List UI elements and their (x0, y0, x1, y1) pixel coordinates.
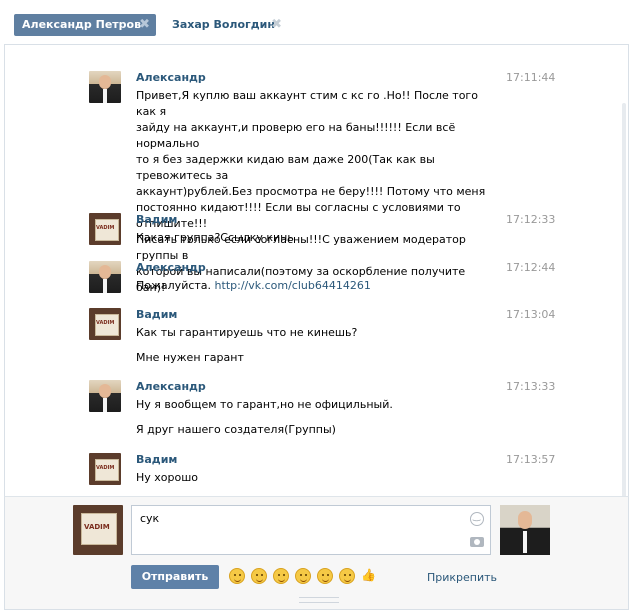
message-text: Пожалуйста. http://vk.com/club64414261 (136, 278, 496, 294)
avatar[interactable] (89, 308, 121, 340)
message-author[interactable]: Александр (136, 261, 206, 274)
avatar[interactable] (89, 213, 121, 245)
laugh-emoji-icon[interactable] (273, 568, 289, 584)
message-time: 17:12:33 (506, 213, 556, 226)
message-history: Александр 17:11:44 Привет,Я куплю ваш ак… (4, 44, 629, 527)
close-icon[interactable]: ✖ (139, 14, 150, 36)
message-author[interactable]: Вадим (136, 453, 177, 466)
avatar[interactable] (89, 380, 121, 412)
tab-zakhar-vologdin[interactable]: Захар Вологдин ✖ (164, 14, 288, 36)
message-text: Я друг нашего создателя(Группы) (136, 423, 336, 436)
message-text: Ну хорошо (136, 471, 199, 484)
tab-label: Александр Петров (22, 18, 142, 31)
tab-label: Захар Вологдин (172, 18, 275, 31)
scrollbar[interactable] (622, 103, 626, 527)
message-author[interactable]: Вадим (136, 308, 177, 321)
message-author[interactable]: Александр (136, 71, 206, 84)
attach-link[interactable]: Прикрепить (427, 571, 497, 584)
send-button[interactable]: Отправить (131, 565, 219, 589)
message-author[interactable]: Вадим (136, 213, 177, 226)
resize-grip[interactable] (299, 597, 339, 603)
group-link[interactable]: http://vk.com/club64414261 (215, 279, 371, 292)
message-time: 17:13:04 (506, 308, 556, 321)
message-time: 17:13:33 (506, 380, 556, 393)
message-text: Как ты гарантируешь что не кинешь? (136, 326, 358, 339)
blush-emoji-icon[interactable] (251, 568, 267, 584)
message: Вадим 17:12:33 Какая группа?Ссылку кинь (89, 213, 559, 249)
recipient-avatar[interactable] (500, 505, 550, 555)
wink-emoji-icon[interactable] (317, 568, 333, 584)
grin-emoji-icon[interactable] (295, 568, 311, 584)
smile-icon[interactable] (470, 512, 484, 526)
message-time: 17:11:44 (506, 71, 556, 84)
message: Александр 17:13:33 Ну я вообщем то гаран… (89, 380, 559, 440)
close-icon[interactable]: ✖ (271, 14, 282, 36)
my-avatar[interactable] (73, 505, 123, 555)
message-text: Ну я вообщем то гарант,но не официльный. (136, 398, 393, 411)
dialog-tabs: Александр Петров ✖ Захар Вологдин ✖ (0, 0, 629, 44)
smirk-emoji-icon[interactable] (229, 568, 245, 584)
message: Александр 17:12:44 Пожалуйста. http://vk… (89, 261, 559, 297)
message-input[interactable]: сук (131, 505, 491, 555)
camera-icon[interactable] (470, 537, 484, 547)
thumbs-up-icon[interactable] (361, 568, 377, 584)
message-text: Мне нужен гарант (136, 351, 244, 364)
message-composer: сук Отправить Прикрепить (4, 496, 629, 610)
avatar[interactable] (89, 71, 121, 103)
message-author[interactable]: Александр (136, 380, 206, 393)
shock-emoji-icon[interactable] (339, 568, 355, 584)
message-time: 17:12:44 (506, 261, 556, 274)
message-text-prefix: Пожалуйста. (136, 279, 215, 292)
avatar[interactable] (89, 261, 121, 293)
message: Александр 17:11:44 Привет,Я куплю ваш ак… (89, 71, 559, 294)
avatar[interactable] (89, 453, 121, 485)
message: Вадим 17:13:04 Как ты гарантируешь что н… (89, 308, 559, 368)
message-text: Какая группа?Ссылку кинь (136, 231, 294, 244)
message-time: 17:13:57 (506, 453, 556, 466)
message: Вадим 17:13:57 Ну хорошо (89, 453, 559, 489)
tab-aleksandr-petrov[interactable]: Александр Петров ✖ (14, 14, 156, 36)
